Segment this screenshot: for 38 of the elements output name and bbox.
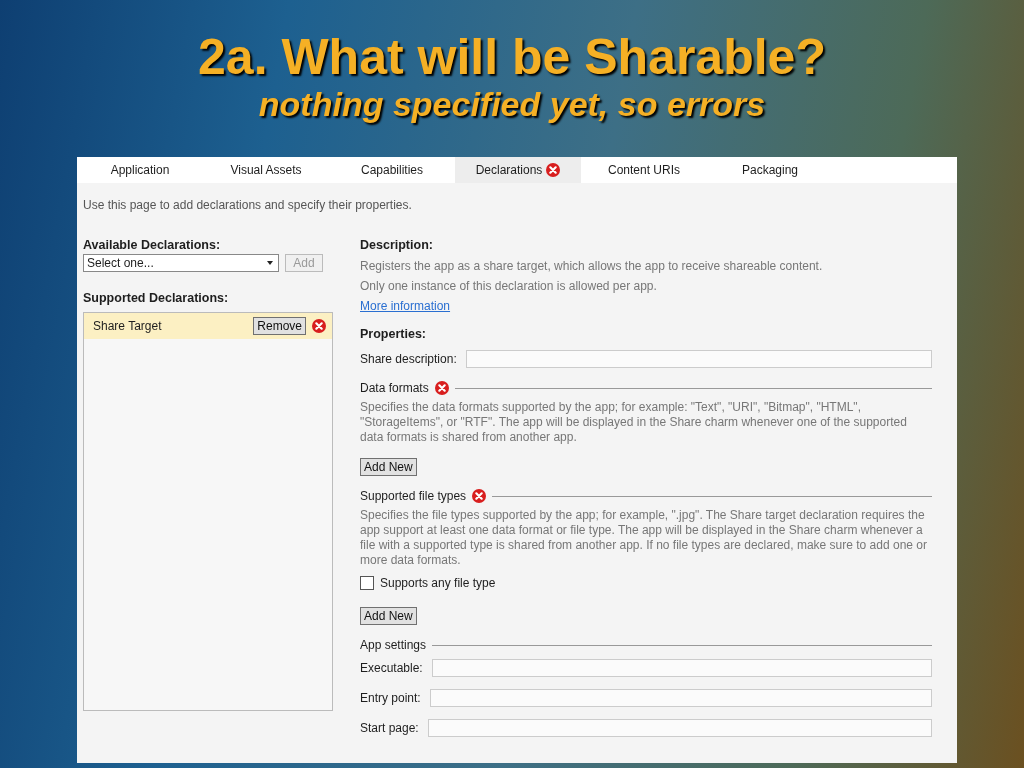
text-field[interactable]: [465, 350, 932, 368]
tab[interactable]: Packaging: [707, 157, 833, 183]
item-name: Share Target: [93, 319, 163, 333]
tab[interactable]: Content URIs: [581, 157, 707, 183]
section-heading: Available Declarations:: [83, 238, 222, 254]
description-text: Only one instance of this declaration is allowed per app.: [360, 279, 658, 294]
intro-text: Use this page to add declarations and specify their properties.: [83, 198, 413, 214]
group-label: Data formats: [360, 381, 429, 395]
section-heading: Supported Declarations:: [83, 291, 230, 307]
group-label: App settings: [360, 638, 427, 652]
remove-button[interactable]: Remove: [253, 317, 306, 335]
tab[interactable]: Declarations: [455, 157, 581, 183]
description-text: Specifies the file types supported by the app; for example, ".jpg". The Share target declaration requires the app support at least one data format or file type. The app will be displayed in the Share charm whenever a file with a supported type is shared from another app. If no file types are declared, make sure to add one or more data formats.: [360, 508, 928, 568]
section-heading: Properties:: [360, 327, 427, 343]
slide-subtitle: nothing specified yet, so errors: [258, 84, 766, 124]
checkbox[interactable]: [360, 576, 374, 590]
text-field[interactable]: [429, 689, 932, 707]
text-field[interactable]: [427, 719, 932, 737]
field-label: Share description:: [360, 352, 457, 366]
add-new-button[interactable]: Add New: [360, 458, 417, 476]
more-information-link[interactable]: More information: [360, 299, 451, 313]
field-label: Start page:: [360, 721, 419, 735]
slide-title: 2a. What will be Sharable?: [198, 30, 826, 84]
text-field[interactable]: [431, 659, 932, 677]
tab[interactable]: Capabilities: [329, 157, 455, 183]
tab[interactable]: Visual Assets: [203, 157, 329, 183]
description-text: Specifies the data formats supported by the app; for example: "Text", "URI", "Bitmap", "HTML", "StorageItems", or "RTF". The app will be displayed in the Share charm whenever one of the supported data formats is shared from another app.: [360, 400, 908, 445]
declaration-dropdown[interactable]: Select one...: [83, 254, 279, 272]
list-item[interactable]: Share Target Remove: [84, 313, 332, 339]
field-label: Executable:: [360, 661, 423, 675]
section-heading: Description:: [360, 238, 434, 254]
add-new-button[interactable]: Add New: [360, 607, 417, 625]
description-text: Registers the app as a share target, which allows the app to receive shareable content.: [360, 259, 824, 274]
caret-icon: [267, 261, 273, 265]
checkbox-label: Supports any file type: [380, 576, 496, 590]
tab[interactable]: Application: [77, 157, 203, 183]
group-label: Supported file types: [360, 489, 467, 503]
field-label: Entry point:: [360, 691, 421, 705]
